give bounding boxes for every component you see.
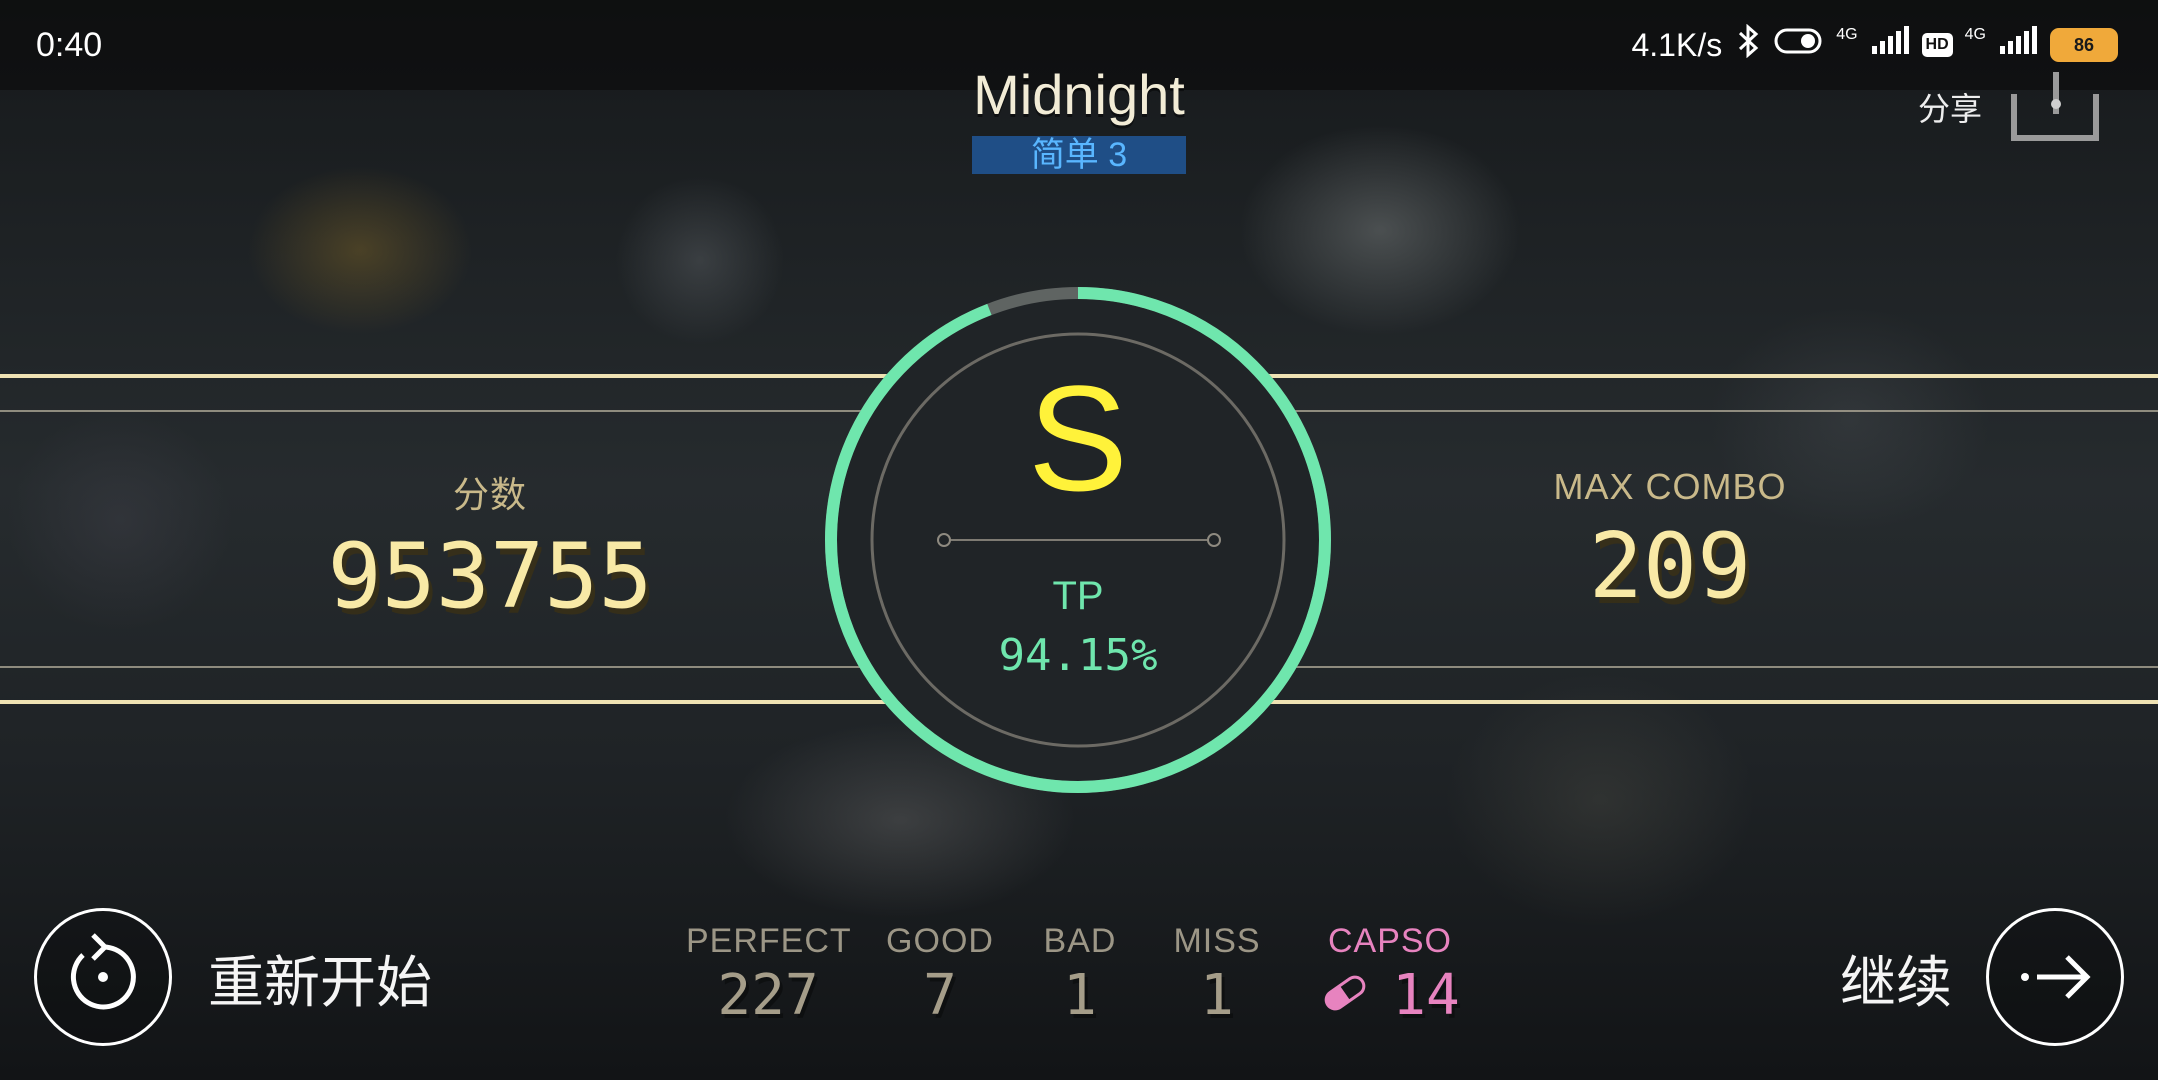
max-combo-label: MAX COMBO [1553,466,1787,507]
status-indicators: 4.1K/s 4G HD 4G 86 [1631,23,2118,66]
judgement-label: BAD [1043,922,1117,960]
rank-divider-dot [1207,533,1221,547]
tp-value: 94.15% [998,630,1158,681]
max-combo-block: MAX COMBO 209 [1480,466,1860,619]
network-speed: 4.1K/s [1631,26,1723,63]
judgement-label: MISS [1173,922,1261,960]
judgement-value: 227 [717,963,819,1028]
capso-value: 14 [1392,963,1460,1028]
score-label: 分数 [452,474,527,515]
continue-label[interactable]: 继续 [1840,938,1952,1019]
capsule-icon [1320,973,1370,1017]
judgement-perfect: PERFECT 227 [686,922,852,1028]
hd-badge: HD [1921,33,1953,57]
judgement-value: 1 [1200,963,1234,1028]
arrow-right-icon [2021,955,2091,999]
score-block: 分数 953755 [290,466,690,629]
signal-icon-2 [1998,26,2038,64]
status-time: 0:40 [36,26,103,64]
judgement-label: GOOD [886,922,994,960]
judgement-bad: BAD 1 [1030,922,1130,1028]
rank-divider-dot [937,533,951,547]
song-title: Midnight [973,63,1185,126]
judgement-miss: MISS 1 [1160,922,1274,1028]
share-label[interactable]: 分享 [1918,84,1982,130]
capso-block: CAPSO 14 [1300,922,1480,1028]
share-icon[interactable] [2010,64,2100,144]
score-value: 953755 [327,524,653,629]
restart-button[interactable] [34,908,172,1046]
bluetooth-icon [1734,23,1762,66]
rank-letter: S [1027,354,1129,522]
tp-label: TP [1052,574,1104,618]
judgement-value: 1 [1063,963,1097,1028]
signal-icon [1870,26,1910,64]
battery-icon: 86 [2050,28,2118,62]
max-combo-value: 209 [1588,514,1752,619]
continue-button[interactable] [1986,908,2124,1046]
judgement-label: PERFECT [686,922,852,960]
restart-icon [70,933,136,1010]
capso-label: CAPSO [1327,922,1453,960]
toggle-icon [1774,26,1824,64]
battery-level: 86 [2073,34,2095,55]
network-type-1: 4G [1836,26,1858,43]
judgement-value: 7 [923,963,957,1028]
network-type-2: 4G [1964,26,1986,43]
restart-label[interactable]: 重新开始 [208,938,432,1019]
judgement-good: GOOD 7 [880,922,1000,1028]
difficulty-badge: 简单 3 [972,136,1186,174]
